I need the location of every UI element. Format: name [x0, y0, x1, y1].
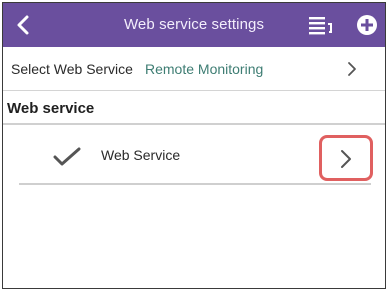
- add-circle-icon: [357, 15, 377, 35]
- chevron-right-icon: [348, 62, 356, 76]
- list-view-icon: [309, 17, 332, 35]
- select-web-service-label: Select Web Service: [11, 61, 133, 77]
- check-icon: [53, 147, 81, 166]
- selected-web-service-value: Remote Monitoring: [145, 61, 264, 77]
- list-item[interactable]: Web Service: [19, 127, 373, 185]
- screen-frame: Web service settings Select Web Service …: [2, 2, 386, 289]
- select-web-service-row[interactable]: Select Web Service Remote Monitoring: [3, 47, 385, 91]
- section-title: Web service: [7, 100, 95, 117]
- section-header-web-service: Web service: [3, 91, 385, 125]
- app-bar: Web service settings: [3, 3, 385, 47]
- list-item-label: Web Service: [101, 147, 181, 163]
- item-detail-button[interactable]: [319, 135, 373, 181]
- add-button[interactable]: [356, 14, 378, 36]
- chevron-right-icon: [341, 150, 351, 168]
- list-view-button[interactable]: [308, 15, 334, 35]
